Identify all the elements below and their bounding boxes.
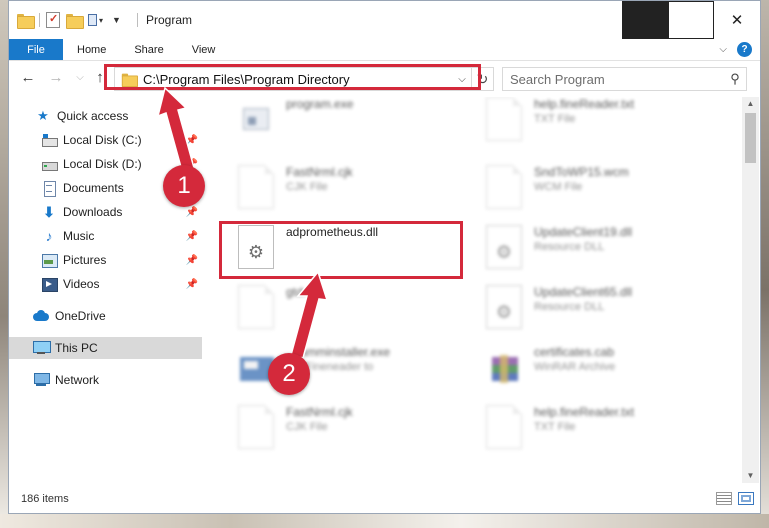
file-icon — [486, 165, 522, 209]
recent-locations-chevron-icon[interactable]: ⌵ — [71, 72, 89, 83]
sidebar-item-videos[interactable]: Videos 📌 — [9, 273, 202, 295]
drive-icon — [41, 133, 58, 147]
pc-icon — [33, 341, 51, 355]
pin-icon[interactable]: 📌 — [186, 135, 198, 146]
star-icon: ★ — [37, 108, 49, 123]
status-bar: 186 items — [9, 485, 760, 513]
step-2-badge: 2 — [268, 353, 310, 395]
navigation-pane: ★ Quick access Local Disk (C:) 📌 Local D… — [9, 97, 202, 481]
file-item[interactable]: ⚙ UpdateClient19.dll Resource DLL — [472, 217, 712, 273]
scroll-down-icon[interactable]: ▼ — [742, 469, 759, 483]
quick-access-toolbar: ▾ ▼ — [9, 1, 121, 39]
file-item[interactable]: SndToWP15.wcm WCM File — [472, 157, 712, 213]
scrollbar-thumb[interactable] — [745, 113, 756, 163]
documents-icon — [41, 181, 57, 197]
drive-icon — [41, 157, 58, 171]
new-folder-icon[interactable] — [66, 13, 84, 29]
main-content: ★ Quick access Local Disk (C:) 📌 Local D… — [9, 97, 762, 481]
tab-share[interactable]: Share — [120, 39, 177, 60]
customize-toolbar-chevron-icon[interactable]: ▼ — [112, 15, 121, 25]
file-icon — [238, 405, 274, 449]
dll-gear-icon: ⚙ — [486, 225, 522, 269]
sidebar-item-pictures[interactable]: Pictures 📌 — [9, 249, 202, 271]
file-icon — [238, 165, 274, 209]
archive-icon — [486, 345, 522, 389]
tab-home[interactable]: Home — [63, 39, 120, 60]
pin-icon[interactable]: 📌 — [186, 279, 198, 290]
search-box[interactable]: ⚲ — [502, 67, 747, 91]
file-item[interactable]: FastNrml.cjk CJK File — [224, 397, 464, 453]
item-count: 186 items — [21, 493, 69, 505]
download-icon: ⬇ — [43, 204, 55, 220]
pin-icon[interactable]: 📌 — [186, 231, 198, 242]
sidebar-item-music[interactable]: ♪ Music 📌 — [9, 225, 202, 247]
tab-view[interactable]: View — [178, 39, 230, 60]
pin-icon[interactable]: 📌 — [186, 255, 198, 266]
file-item[interactable]: program.exe — [224, 97, 464, 145]
close-icon: ✕ — [730, 12, 744, 29]
properties-check-icon[interactable] — [46, 12, 60, 28]
file-item[interactable]: gtdr... — [224, 277, 464, 333]
file-item[interactable]: help.fineReader.txt TXT File — [472, 97, 712, 145]
file-item[interactable]: certificates.cab WinRAR Archive — [472, 337, 712, 393]
sidebar-item-local-disk-c[interactable]: Local Disk (C:) 📌 — [9, 129, 202, 151]
forward-button[interactable]: → — [47, 69, 65, 86]
music-icon: ♪ — [45, 228, 53, 244]
sidebar-item-network[interactable]: Network — [9, 369, 202, 391]
help-icon[interactable]: ? — [737, 42, 752, 57]
close-button[interactable]: ✕ — [714, 1, 760, 39]
file-icon — [238, 285, 274, 329]
expand-ribbon-chevron-icon[interactable]: ⌵ — [719, 44, 727, 55]
back-button[interactable]: ← — [19, 69, 37, 86]
dll-file-highlight — [219, 221, 463, 279]
dll-gear-icon: ⚙ — [486, 285, 522, 329]
desktop-background-left — [0, 0, 8, 528]
ribbon-tabs: File Home Share View ⌵ ? — [9, 39, 760, 61]
title-bar: ▾ ▼ Program ✕ — [9, 1, 760, 39]
sidebar-item-this-pc[interactable]: This PC — [9, 337, 202, 359]
vertical-scrollbar[interactable]: ▲ ▼ — [742, 97, 759, 483]
file-item[interactable]: ...ramminstaller.exe ...Y Fineneader to — [224, 337, 464, 393]
address-bar-highlight — [104, 64, 481, 90]
pictures-icon — [41, 253, 58, 268]
window-title: Program — [146, 13, 193, 27]
desktop-background-right — [761, 0, 769, 528]
sidebar-item-quick-access[interactable]: ★ Quick access — [9, 105, 202, 127]
step-1-badge: 1 — [163, 165, 205, 207]
cloud-icon — [33, 309, 49, 323]
details-view-icon[interactable] — [716, 492, 732, 505]
file-item[interactable]: ⚙ UpdateClient65.dll Resource DLL — [472, 277, 712, 333]
sidebar-item-onedrive[interactable]: OneDrive — [9, 305, 202, 327]
search-input[interactable] — [510, 71, 724, 87]
search-icon[interactable]: ⚲ — [724, 71, 746, 87]
large-icons-view-icon[interactable] — [738, 492, 754, 505]
window-controls: ✕ — [622, 1, 760, 39]
text-file-icon — [486, 405, 522, 449]
view-options-icon[interactable]: ▾ — [88, 13, 106, 27]
file-item[interactable]: FastNrml.cjk CJK File — [224, 157, 464, 213]
folder-icon — [17, 13, 35, 29]
file-item[interactable]: help.fineReader.txt TXT File — [472, 397, 712, 453]
network-icon — [33, 373, 50, 387]
file-list: program.exe help.fineReader.txt TXT File… — [214, 97, 744, 481]
maximize-button[interactable] — [668, 1, 714, 39]
pin-icon[interactable]: 📌 — [186, 207, 198, 218]
desktop-background-bottom — [0, 514, 769, 528]
tab-file[interactable]: File — [9, 39, 63, 60]
exe-file-icon — [238, 97, 274, 141]
minimize-button[interactable] — [622, 1, 668, 39]
text-file-icon — [486, 97, 522, 141]
scroll-up-icon[interactable]: ▲ — [742, 97, 759, 111]
videos-icon — [41, 277, 58, 292]
